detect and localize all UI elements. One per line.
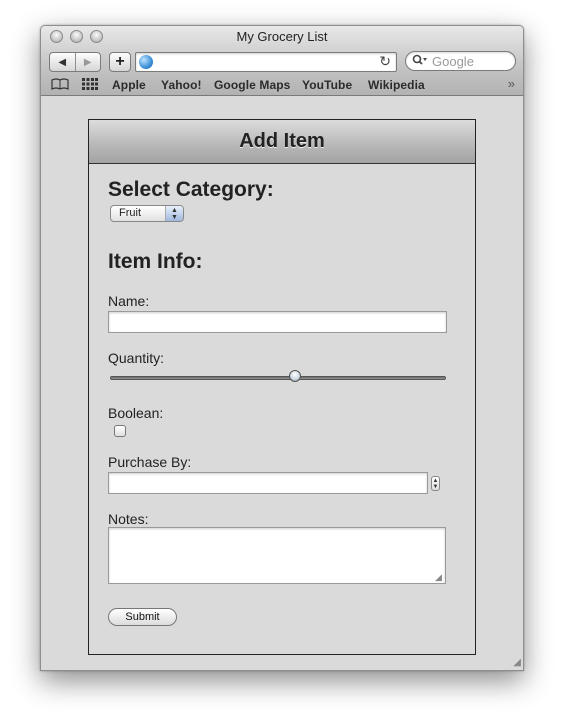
bookmark-google-maps[interactable]: Google Maps xyxy=(214,78,290,92)
purchase-by-input[interactable] xyxy=(108,472,428,494)
browser-window: My Grocery List ◀ ▶ + ↻ Google Apple Yah… xyxy=(40,25,524,671)
bookmarks-bar: Apple Yahoo! Google Maps YouTube Wikiped… xyxy=(41,76,523,94)
add-bookmark-button[interactable]: + xyxy=(109,52,131,72)
add-item-panel: Add Item Select Category: Fruit ▲ ▼ Item … xyxy=(88,119,476,655)
quantity-slider-thumb[interactable] xyxy=(288,370,301,382)
book-icon[interactable] xyxy=(51,78,69,93)
forward-button[interactable]: ▶ xyxy=(74,53,101,71)
boolean-label: Boolean: xyxy=(108,405,164,421)
grid-icon[interactable] xyxy=(82,78,98,93)
search-placeholder: Google xyxy=(432,54,474,69)
quantity-slider-track[interactable] xyxy=(110,376,446,380)
nav-buttons: ◀ ▶ xyxy=(49,52,101,72)
plus-icon: + xyxy=(115,53,125,70)
category-select[interactable]: Fruit ▲ ▼ xyxy=(110,205,184,222)
textarea-resize-icon[interactable]: ◢ xyxy=(435,573,443,582)
chevron-updown-icon: ▲ ▼ xyxy=(165,206,183,221)
magnifier-icon xyxy=(412,53,428,70)
title-bar: My Grocery List ◀ ▶ + ↻ Google Apple Yah… xyxy=(41,26,523,96)
quantity-label: Quantity: xyxy=(108,350,165,366)
boolean-checkbox[interactable] xyxy=(114,425,126,437)
notes-textarea[interactable]: ◢ xyxy=(108,527,446,584)
address-bar[interactable]: ↻ xyxy=(135,52,397,72)
page-title: Add Item xyxy=(239,130,325,152)
window-title: My Grocery List xyxy=(236,29,328,44)
forward-arrow-icon: ▶ xyxy=(83,56,92,68)
globe-icon xyxy=(139,55,153,69)
window-resize-grip-icon[interactable]: ◢ xyxy=(513,657,521,668)
panel-header: Add Item xyxy=(89,120,475,164)
bookmark-youtube[interactable]: YouTube xyxy=(302,78,352,92)
bookmark-apple[interactable]: Apple xyxy=(112,78,146,92)
search-field[interactable]: Google xyxy=(405,51,516,71)
purchase-by-label: Purchase By: xyxy=(108,454,192,470)
back-button[interactable]: ◀ xyxy=(50,53,75,71)
submit-button[interactable]: Submit xyxy=(108,608,177,626)
name-label: Name: xyxy=(108,293,150,309)
back-arrow-icon: ◀ xyxy=(58,56,67,68)
reload-icon[interactable]: ↻ xyxy=(379,53,391,70)
more-bookmarks-icon[interactable]: » xyxy=(508,76,515,91)
bookmark-wikipedia[interactable]: Wikipedia xyxy=(368,78,425,92)
category-select-value: Fruit xyxy=(119,207,141,219)
category-heading: Select Category: xyxy=(108,178,274,201)
bookmark-yahoo[interactable]: Yahoo! xyxy=(161,78,202,92)
notes-label: Notes: xyxy=(108,511,149,527)
date-stepper[interactable]: ▲ ▼ xyxy=(431,476,440,491)
name-input[interactable] xyxy=(108,311,447,333)
item-info-heading: Item Info: xyxy=(108,250,203,273)
